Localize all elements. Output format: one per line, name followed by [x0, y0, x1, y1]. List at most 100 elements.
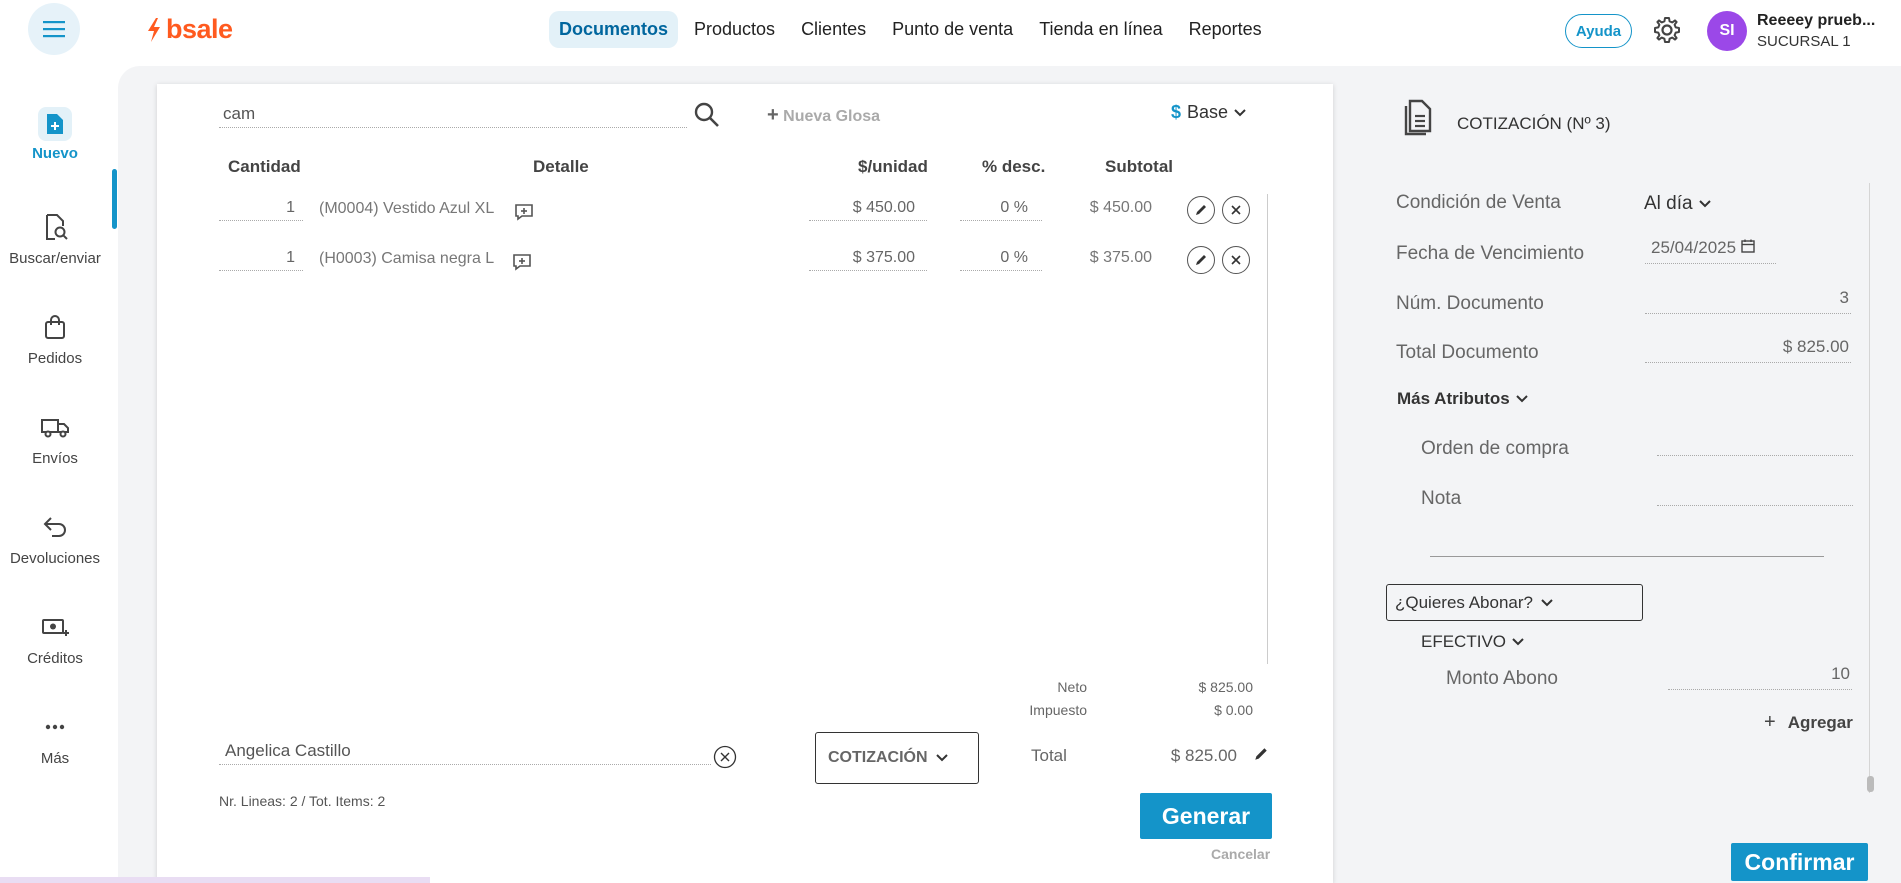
brand-name: bsale: [166, 14, 233, 44]
pay-toggle[interactable]: ¿Quieres Abonar?: [1386, 584, 1643, 621]
total-value: $ 825.00: [1170, 746, 1237, 765]
top-bar: bsale Documentos Productos Clientes Punt…: [0, 0, 1901, 62]
col-discount: % desc.: [982, 157, 1046, 176]
document-icon: [1404, 99, 1432, 136]
close-circle-icon: [713, 745, 737, 769]
neto-value: $ 825.00: [1198, 679, 1254, 695]
sidebar-item-buscar-enviar[interactable]: Buscar/enviar: [0, 212, 110, 267]
search-icon: [694, 102, 719, 127]
document-type-dropdown[interactable]: COTIZACIÓN: [815, 732, 979, 784]
line-detail[interactable]: (M0004) Vestido Azul XL: [319, 200, 494, 218]
search-button[interactable]: [693, 101, 721, 134]
nav-documentos[interactable]: Documentos: [549, 11, 679, 48]
scrollbar-thumb[interactable]: [1867, 776, 1874, 792]
nav-punto-de-venta[interactable]: Punto de venta: [882, 11, 1023, 48]
sidebar-item-label: Pedidos: [27, 350, 83, 367]
client-input[interactable]: Angelica Castillo: [219, 739, 711, 765]
sidebar-item-devoluciones[interactable]: Devoluciones: [0, 512, 110, 567]
line-qty[interactable]: 1: [219, 247, 303, 271]
confirm-button[interactable]: Confirmar: [1731, 843, 1868, 881]
line-unit-price[interactable]: $ 450.00: [809, 197, 927, 221]
user-name[interactable]: Reeeey prueb...: [1757, 12, 1875, 30]
line-subtotal: $ 375.00: [1089, 249, 1152, 266]
add-note-icon[interactable]: [514, 203, 534, 221]
line-discount[interactable]: 0 %: [960, 247, 1042, 271]
price-list-dropdown[interactable]: $ Base: [1171, 102, 1246, 123]
clear-client-button[interactable]: [713, 745, 737, 769]
edit-line-button[interactable]: [1187, 196, 1215, 224]
line-unit-price[interactable]: $ 375.00: [809, 247, 927, 271]
bottom-accent: [0, 877, 430, 883]
remove-line-button[interactable]: [1222, 196, 1250, 224]
col-subtotal: Subtotal: [1105, 157, 1173, 176]
help-button[interactable]: Ayuda: [1565, 14, 1632, 48]
pencil-icon: [1196, 255, 1206, 265]
panel-scroll-track: [1869, 183, 1870, 793]
line-discount[interactable]: 0 %: [960, 197, 1042, 221]
line-detail[interactable]: (H0003) Camisa negra L: [319, 250, 494, 268]
sidebar-item-pedidos[interactable]: Pedidos: [0, 312, 110, 367]
brand-logo[interactable]: bsale: [146, 14, 233, 45]
purchase-order-input[interactable]: [1657, 428, 1853, 456]
cancel-link[interactable]: Cancelar: [1211, 846, 1270, 862]
dollar-icon: $: [1171, 102, 1182, 122]
more-attributes-toggle[interactable]: Más Atributos: [1397, 389, 1528, 409]
purchase-order-label: Orden de compra: [1421, 438, 1569, 459]
col-detalle: Detalle: [533, 157, 589, 176]
nav-productos[interactable]: Productos: [684, 11, 785, 48]
new-gloss-button[interactable]: + Nueva Glosa: [767, 104, 880, 127]
generate-button[interactable]: Generar: [1140, 793, 1272, 839]
edit-line-button[interactable]: [1187, 246, 1215, 274]
menu-button[interactable]: [28, 3, 80, 55]
add-payment-button[interactable]: + Agregar: [1764, 711, 1853, 734]
tax-value: $ 0.00: [1214, 702, 1253, 718]
pencil-icon: [1255, 748, 1267, 760]
nav-clientes[interactable]: Clientes: [791, 11, 876, 48]
sidebar-item-label: Más: [40, 750, 70, 767]
payment-method-dropdown[interactable]: EFECTIVO: [1421, 632, 1524, 652]
payment-amount-input[interactable]: 10: [1668, 662, 1852, 690]
sidebar-item-label: Buscar/enviar: [9, 250, 101, 267]
doc-number-label: Núm. Documento: [1396, 293, 1544, 314]
branch-name: SUCURSAL 1: [1757, 33, 1851, 50]
product-search-input[interactable]: cam: [219, 102, 687, 128]
note-label: Nota: [1421, 488, 1462, 509]
new-gloss-label: Nueva Glosa: [783, 108, 881, 125]
doc-total-input[interactable]: $ 825.00: [1645, 335, 1851, 363]
chevron-down-icon: [1698, 200, 1711, 208]
doc-number-input[interactable]: 3: [1645, 286, 1851, 314]
sidebar-item-nuevo[interactable]: Nuevo: [0, 107, 110, 162]
sidebar-item-creditos[interactable]: Créditos: [0, 612, 110, 667]
chevron-down-icon: [1516, 395, 1528, 403]
add-payment-label: Agregar: [1787, 712, 1853, 732]
chevron-down-icon: [1541, 598, 1553, 606]
sidebar-item-mas[interactable]: Más: [0, 712, 110, 767]
remove-line-button[interactable]: [1222, 246, 1250, 274]
active-indicator: [112, 169, 117, 229]
pay-question-label: ¿Quieres Abonar?: [1395, 592, 1533, 612]
more-attributes-label: Más Atributos: [1397, 389, 1510, 408]
nav-reportes[interactable]: Reportes: [1179, 11, 1272, 48]
note-input[interactable]: [1657, 478, 1853, 506]
sale-condition-dropdown[interactable]: Al día: [1644, 193, 1711, 215]
bag-icon: [45, 315, 65, 339]
sidebar-item-label: Devoluciones: [9, 550, 101, 567]
plus-icon: +: [1764, 711, 1776, 733]
doc-total-label: Total Documento: [1396, 342, 1539, 363]
sidebar-item-label: Créditos: [27, 650, 83, 667]
search-document-icon: [46, 214, 68, 240]
line-qty[interactable]: 1: [219, 197, 303, 221]
document-card: cam + Nueva Glosa $ Base Cantidad Detall…: [157, 84, 1333, 883]
edit-total-button[interactable]: [1253, 746, 1269, 767]
line-subtotal: $ 450.00: [1089, 199, 1152, 216]
add-note-icon[interactable]: [512, 253, 532, 271]
divider: [1430, 556, 1824, 557]
avatar[interactable]: SI: [1707, 11, 1747, 51]
due-date-input[interactable]: 25/04/2025: [1645, 236, 1776, 264]
nav-tienda-en-linea[interactable]: Tienda en línea: [1029, 11, 1172, 48]
sidebar-item-envios[interactable]: Envíos: [0, 412, 110, 467]
settings-button[interactable]: [1652, 15, 1682, 50]
truck-icon: [41, 419, 69, 438]
document-title: COTIZACIÓN (Nº 3): [1457, 114, 1611, 133]
payment-amount-label: Monto Abono: [1446, 668, 1558, 689]
